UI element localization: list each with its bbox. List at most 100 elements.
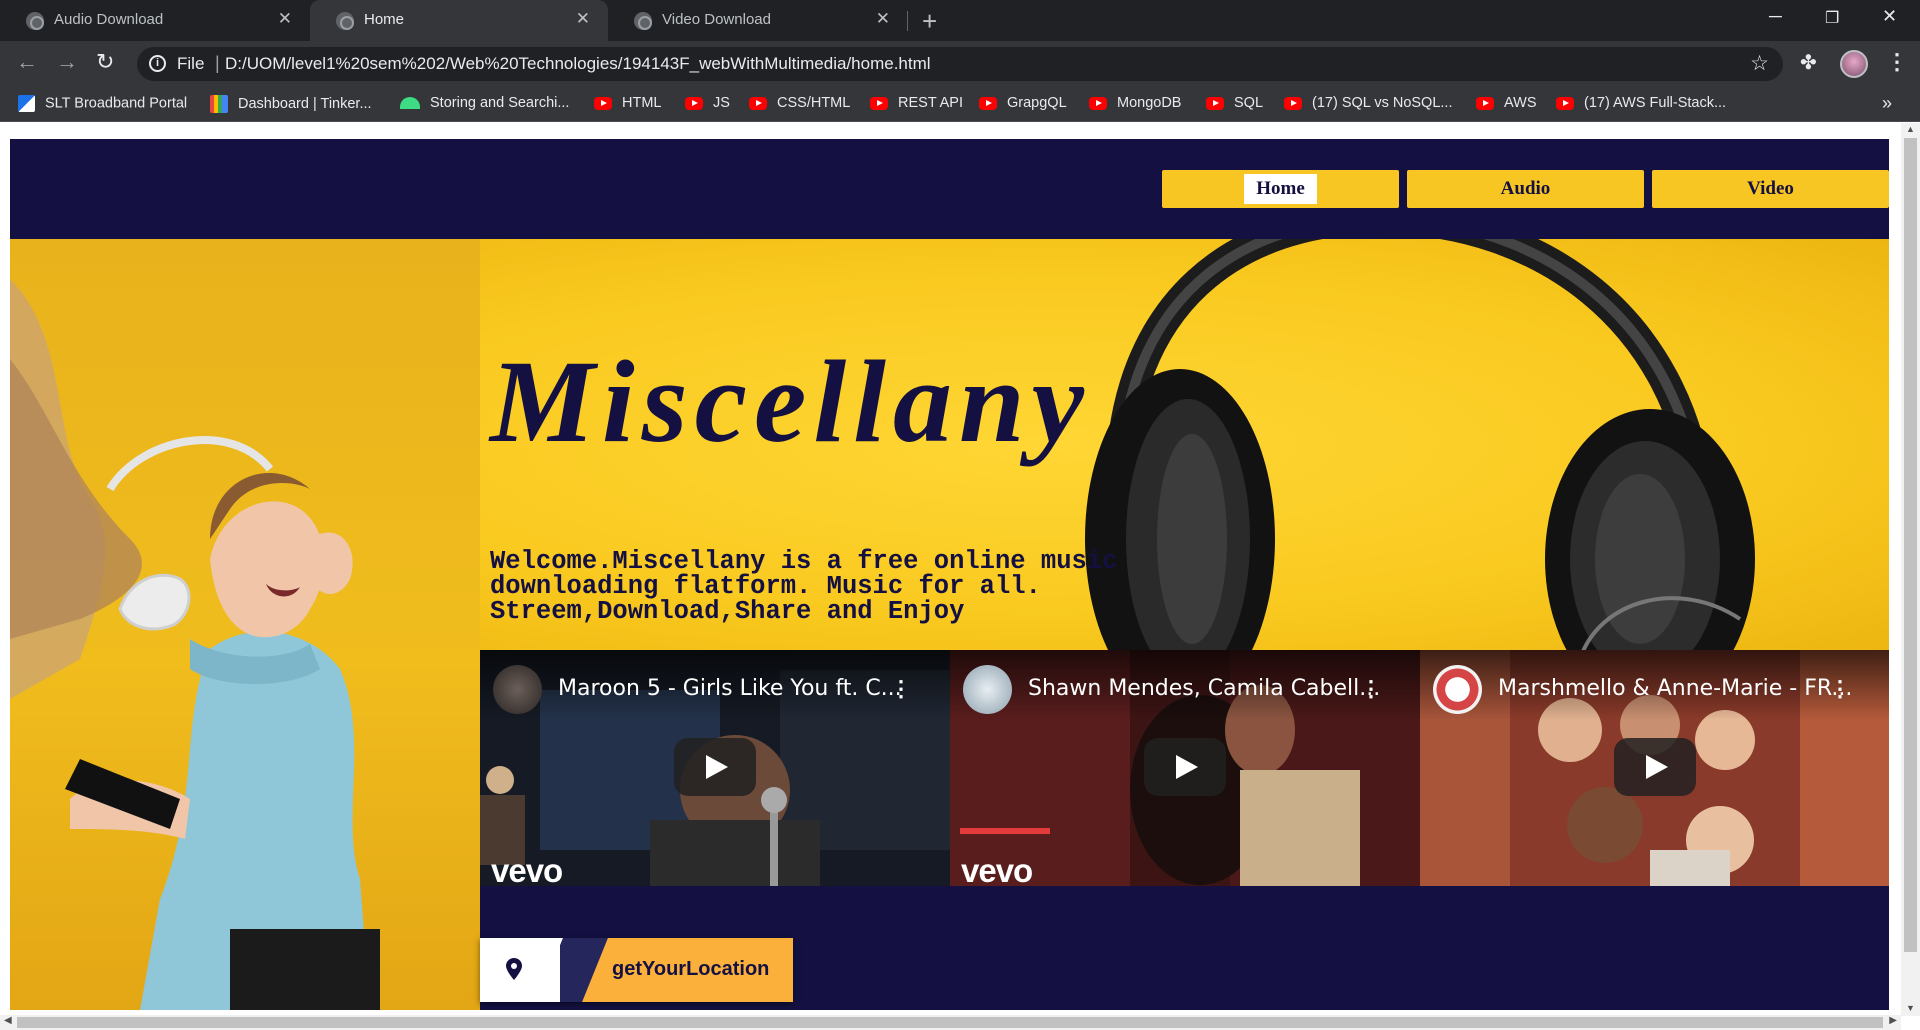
bookmark-css-html[interactable]: CSS/HTML <box>749 95 850 115</box>
channel-avatar[interactable] <box>493 665 542 714</box>
channel-avatar[interactable] <box>963 665 1012 714</box>
get-location-label: getYourLocation <box>612 958 770 980</box>
close-icon[interactable]: ✕ <box>876 9 890 29</box>
video-title[interactable]: Maroon 5 - Girls Like You ft. C... <box>558 676 902 701</box>
bookmark-aws-full-stack[interactable]: (17) AWS Full-Stack... <box>1556 95 1726 115</box>
restore-icon[interactable]: ❐ <box>1825 8 1839 28</box>
hero-section: Miscellany Welcome.Miscellany is a free … <box>10 239 1889 1010</box>
tab-strip: Audio Download ✕ Home ✕ Video Download ✕… <box>0 0 1920 41</box>
profile-avatar[interactable] <box>1840 50 1868 78</box>
tab-title: Audio Download <box>54 11 164 28</box>
reload-icon[interactable]: ↻ <box>96 49 114 75</box>
nav-home[interactable]: Home <box>1162 170 1399 208</box>
youtube-icon <box>1556 96 1574 110</box>
bookmark-graphql[interactable]: GrapgQL <box>979 95 1067 115</box>
bookmark-label: REST API <box>898 95 964 111</box>
scrollbar-thumb[interactable] <box>1904 138 1917 952</box>
bookmark-storing[interactable]: Storing and Searchi... <box>400 95 569 115</box>
bookmark-label: Dashboard | Tinker... <box>238 95 372 112</box>
scrollbar-thumb[interactable] <box>17 1017 1883 1028</box>
kebab-menu-icon[interactable]: ⋮ <box>890 676 912 702</box>
site-header: Home Audio Video <box>10 139 1889 239</box>
video-embed-marshmello[interactable]: Marshmello & Anne-Marie - FR... ⋮ <box>1420 650 1889 886</box>
button-icon-area <box>480 938 560 1002</box>
bookmark-sql-vs-nosql[interactable]: (17) SQL vs NoSQL... <box>1284 95 1452 115</box>
kebab-menu-icon[interactable]: ⋮ <box>1829 676 1851 702</box>
intro-line: Streem,Download,Share and Enjoy <box>490 597 965 626</box>
page-viewport: Home Audio Video Miscellany Welcome.Misc… <box>0 123 1920 1030</box>
tab-title: Home <box>364 11 405 28</box>
tab-title: Video Download <box>662 11 771 28</box>
kebab-menu-icon[interactable]: ⋮ <box>1360 676 1382 702</box>
nav-label: Home <box>1244 174 1317 204</box>
tab-home[interactable]: Home ✕ <box>310 0 608 41</box>
bookmark-star-icon[interactable]: ☆ <box>1750 51 1769 76</box>
nav-audio[interactable]: Audio <box>1407 170 1644 208</box>
bookmark-label: (17) SQL vs NoSQL... <box>1312 95 1453 111</box>
bookmark-tinkercad[interactable]: Dashboard | Tinker... <box>210 95 372 115</box>
browser-toolbar: ← → ↻ i File | D:/UOM/level1%20sem%202/W… <box>0 41 1920 88</box>
info-icon[interactable]: i <box>149 55 166 72</box>
minimize-icon[interactable]: ─ <box>1769 6 1782 27</box>
vevo-watermark: vevo <box>961 852 1033 886</box>
url-scheme: File <box>177 54 205 73</box>
kebab-menu-icon[interactable]: ⋮ <box>1886 49 1908 75</box>
location-pin-icon <box>506 958 522 980</box>
extensions-puzzle-icon[interactable]: ✤ <box>1800 50 1817 75</box>
tab-audio-download[interactable]: Audio Download ✕ <box>0 0 310 41</box>
forward-arrow-icon[interactable]: → <box>56 49 78 75</box>
scroll-left-arrow-icon[interactable]: ◀ <box>4 1015 12 1026</box>
bookmark-sql[interactable]: SQL <box>1206 95 1263 115</box>
globe-icon <box>26 12 44 30</box>
intro-line: downloading flatform. Music for all. <box>490 572 1041 601</box>
globe-icon <box>634 12 652 30</box>
bookmark-js[interactable]: JS <box>685 95 730 115</box>
intro-line: Welcome.Miscellany is a free online musi… <box>490 547 1118 576</box>
nav-label: Video <box>1747 178 1794 199</box>
play-button-icon[interactable] <box>1144 738 1226 796</box>
video-embed-shawn-mendes[interactable]: Shawn Mendes, Camila Cabell... ⋮ vevo <box>950 650 1420 886</box>
bookmark-label: GrapgQL <box>1007 95 1067 111</box>
play-button-icon[interactable] <box>674 738 756 796</box>
youtube-icon <box>749 96 767 110</box>
nav-label: Audio <box>1500 178 1551 199</box>
bookmark-aws[interactable]: AWS <box>1476 95 1537 115</box>
close-icon[interactable]: ✕ <box>278 9 292 29</box>
video-embed-maroon5[interactable]: Maroon 5 - Girls Like You ft. C... ⋮ vev… <box>480 650 950 886</box>
chevron-double-right-icon[interactable]: » <box>1882 93 1892 114</box>
vertical-scrollbar[interactable]: ▲ ▼ <box>1901 123 1920 1016</box>
nav-video[interactable]: Video <box>1652 170 1889 208</box>
tab-video-download[interactable]: Video Download ✕ <box>608 0 908 41</box>
bookmarks-bar: SLT Broadband Portal Dashboard | Tinker.… <box>0 88 1920 122</box>
scroll-up-arrow-icon[interactable]: ▲ <box>1906 124 1915 134</box>
channel-avatar[interactable] <box>1433 665 1482 714</box>
get-location-button[interactable]: getYourLocation <box>480 938 793 1002</box>
address-bar[interactable]: i File | D:/UOM/level1%20sem%202/Web%20T… <box>137 47 1783 81</box>
youtube-icon <box>1476 96 1494 110</box>
scroll-down-arrow-icon[interactable]: ▼ <box>1906 1003 1915 1013</box>
bookmark-label: Storing and Searchi... <box>430 95 570 111</box>
woman-with-headphones-image <box>10 239 480 1010</box>
bookmark-html[interactable]: HTML <box>594 95 661 115</box>
back-arrow-icon[interactable]: ← <box>16 49 38 75</box>
youtube-icon <box>685 96 703 110</box>
play-button-icon[interactable] <box>1614 738 1696 796</box>
globe-icon <box>336 12 354 30</box>
scroll-right-arrow-icon[interactable]: ▶ <box>1889 1015 1897 1026</box>
bookmark-mongodb[interactable]: MongoDB <box>1089 95 1181 115</box>
video-title[interactable]: Shawn Mendes, Camila Cabell... <box>1028 676 1380 701</box>
new-tab-plus-icon[interactable]: + <box>922 6 937 37</box>
bookmark-rest-api[interactable]: REST API <box>870 95 963 115</box>
bookmark-label: CSS/HTML <box>777 95 851 111</box>
woman-illustration <box>10 279 380 1010</box>
site-body: Home Audio Video Miscellany Welcome.Misc… <box>10 139 1889 1010</box>
close-icon[interactable]: ✕ <box>576 9 590 29</box>
bookmark-label: HTML <box>622 95 662 111</box>
url-text[interactable]: D:/UOM/level1%20sem%202/Web%20Technologi… <box>225 54 931 74</box>
video-title[interactable]: Marshmello & Anne-Marie - FR... <box>1498 676 1852 701</box>
window-close-icon[interactable]: ✕ <box>1882 6 1897 27</box>
intro-text: Welcome.Miscellany is a free online musi… <box>490 547 1150 626</box>
horizontal-scrollbar[interactable]: ◀ ▶ <box>0 1015 1901 1030</box>
url-divider: | <box>215 53 220 73</box>
bookmark-slt[interactable]: SLT Broadband Portal <box>18 95 187 115</box>
